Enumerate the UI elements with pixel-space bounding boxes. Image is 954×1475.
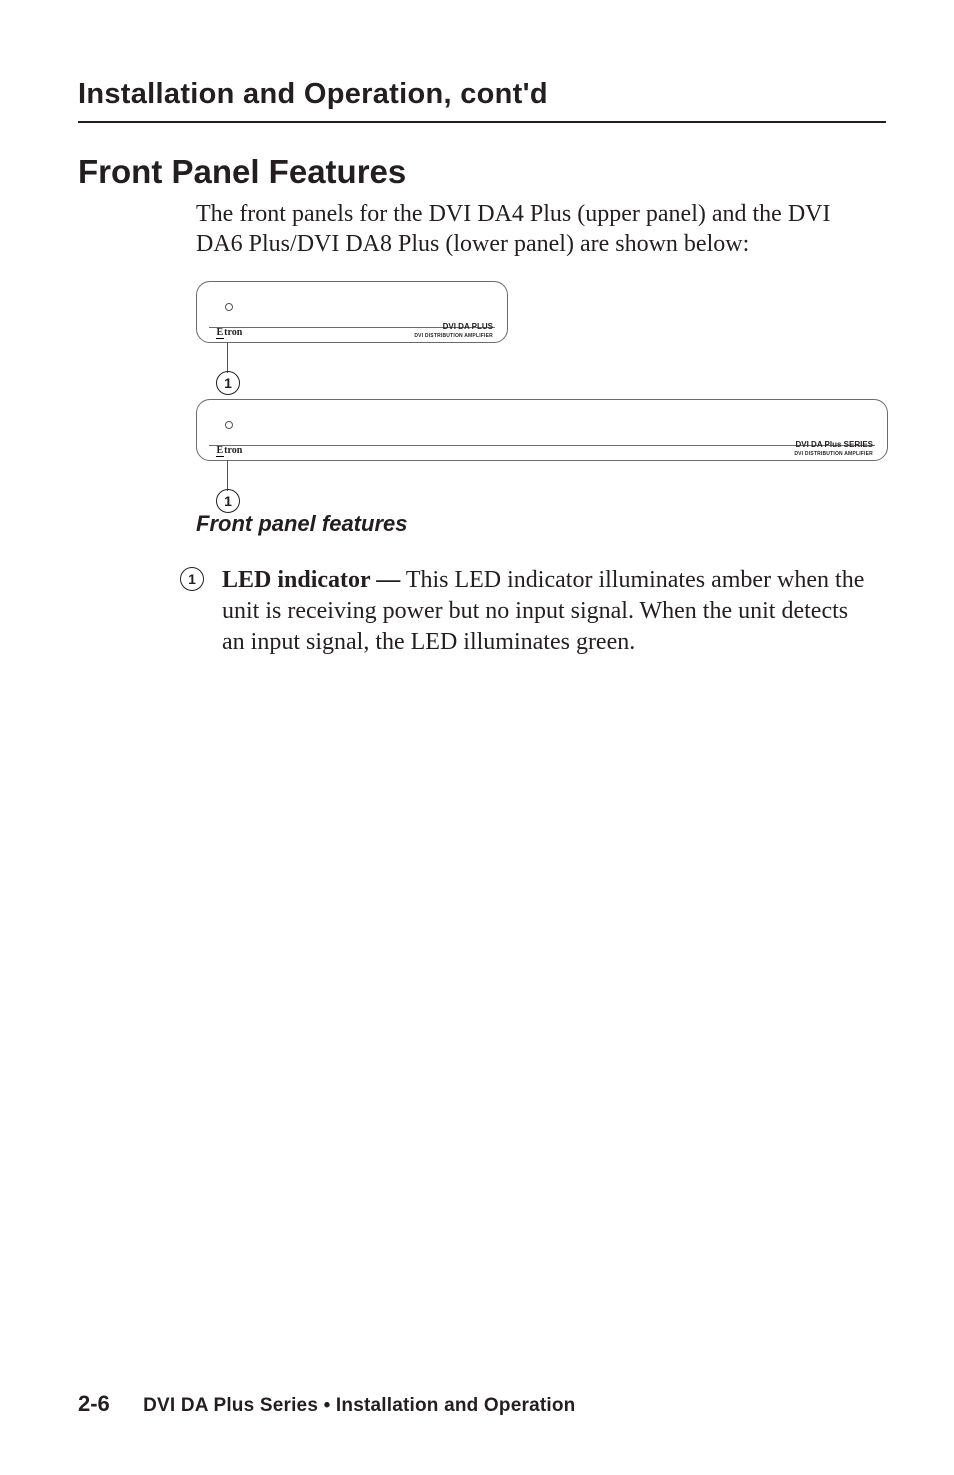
panel-brand: Etron [216,327,243,338]
callout-number: 1 [216,371,240,395]
led-indicator-icon [225,421,233,429]
brand-left: E [216,445,225,457]
head-rule [78,121,886,123]
panel-model-sub: DVI DISTRIBUTION AMPLIFIER [794,451,873,457]
page-footer: 2-6 DVI DA Plus Series • Installation an… [78,1391,575,1417]
panel-model: DVI DA PLUS [443,323,493,331]
panel-divider [209,445,875,446]
running-head: Installation and Operation, cont'd [78,78,886,111]
feature-lead: LED indicator — [222,567,400,593]
page-title: Front Panel Features [78,153,886,191]
callout-da6-da8: 1 [196,461,886,505]
panel-brand: Etron [216,445,243,456]
led-indicator-icon [225,303,233,311]
feature-item: 1 LED indicator — This LED indicator ill… [180,565,876,659]
callout-line [227,461,228,491]
footer-title: DVI DA Plus Series • Installation and Op… [143,1395,575,1416]
feature-text: LED indicator — This LED indicator illum… [222,565,876,659]
brand-right: tron [224,327,242,338]
brand-right: tron [224,445,242,456]
front-panel-da4: Etron DVI DA PLUS DVI DISTRIBUTION AMPLI… [196,281,508,343]
callout-line [227,343,228,373]
front-panel-da6-da8: Etron DVI DA Plus SERIES DVI DISTRIBUTIO… [196,399,888,461]
callout-number: 1 [216,489,240,513]
figure-caption: Front panel features [196,511,886,537]
feature-number: 1 [180,567,204,591]
callout-da4: 1 [196,343,886,387]
panel-model: DVI DA Plus SERIES [796,441,874,449]
panel-model-sub: DVI DISTRIBUTION AMPLIFIER [414,333,493,339]
brand-left: E [216,327,225,339]
intro-paragraph: The front panels for the DVI DA4 Plus (u… [196,199,876,259]
page-number: 2-6 [78,1391,110,1416]
